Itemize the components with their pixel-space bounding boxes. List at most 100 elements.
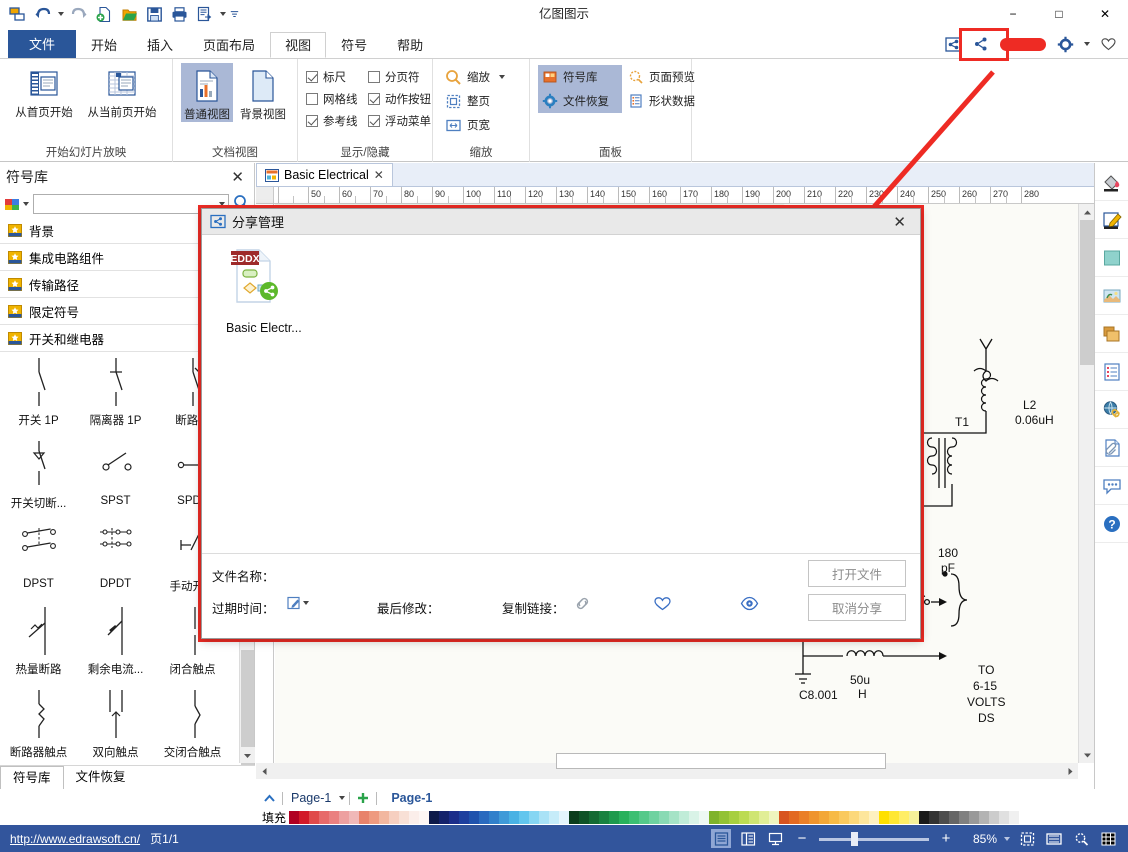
symbol-dpdt[interactable]: DPDT (77, 516, 154, 599)
save-icon[interactable] (143, 3, 165, 25)
fill-swatch[interactable] (649, 810, 660, 824)
slideshow-from-start-button[interactable]: 从首页开始 (8, 63, 80, 120)
fill-swatch[interactable] (819, 810, 830, 824)
zoom-slider-thumb[interactable] (851, 831, 858, 846)
fill-swatch[interactable] (749, 810, 760, 824)
cancel-share-button[interactable]: 取消分享 (808, 594, 906, 621)
tab-page-layout[interactable]: 页面布局 (188, 32, 270, 58)
fill-swatch[interactable] (829, 810, 840, 824)
fit-page-button[interactable]: 整页 (441, 89, 529, 113)
checkbox-guides[interactable]: 参考线 (306, 111, 368, 131)
canvas-vertical-scrollbar[interactable] (1078, 204, 1095, 763)
checkbox-gridlines[interactable]: 网格线 (306, 89, 368, 109)
favorite-heart-icon[interactable] (1096, 33, 1120, 55)
fit-page-icon[interactable] (1017, 829, 1037, 848)
fit-width-button[interactable]: 页宽 (441, 113, 529, 137)
fill-swatch[interactable] (779, 810, 790, 824)
symbol-switch-1p[interactable]: 开关 1P (0, 350, 77, 433)
tab-file[interactable]: 文件 (8, 30, 77, 58)
slideshow-from-current-button[interactable]: 从当前页开始 (86, 63, 158, 120)
fill-swatch[interactable] (869, 810, 880, 824)
fill-swatch[interactable] (769, 810, 780, 824)
canvas-scroll-left-button[interactable] (256, 763, 272, 779)
close-button[interactable]: ✕ (1082, 0, 1128, 28)
fill-swatch[interactable] (859, 810, 870, 824)
page-selector-dropdown-icon[interactable] (339, 796, 346, 800)
heart-icon[interactable] (654, 596, 671, 614)
hyperlink-globe-icon[interactable] (1095, 391, 1128, 429)
fill-swatch[interactable] (739, 810, 750, 824)
fill-swatch[interactable] (399, 810, 410, 824)
page-selector[interactable]: Page-1 (287, 791, 335, 805)
canvas-find-field[interactable] (556, 753, 886, 769)
fill-swatch[interactable] (809, 810, 820, 824)
tab-help[interactable]: 帮助 (382, 32, 438, 58)
canvas-scroll-thumb[interactable] (1080, 220, 1094, 365)
new-file-icon[interactable] (93, 3, 115, 25)
fill-swatch[interactable] (409, 810, 420, 824)
fill-swatch[interactable] (889, 810, 900, 824)
presentation-view-icon[interactable] (765, 829, 785, 848)
dialog-file-list[interactable]: EDDX Basic Electr... (202, 235, 920, 553)
comment-icon[interactable] (1095, 467, 1128, 505)
fill-swatch[interactable] (899, 810, 910, 824)
symbol-residual-current[interactable]: 剩余电流... (77, 599, 154, 682)
expiry-dropdown-icon[interactable] (303, 601, 309, 605)
fill-swatch[interactable] (759, 810, 770, 824)
zoom-in-button[interactable]: + (936, 829, 956, 848)
canvas-horizontal-scrollbar[interactable] (256, 753, 1078, 779)
link-chain-icon[interactable] (574, 596, 591, 614)
pen-edit-icon[interactable] (1095, 201, 1128, 239)
fill-swatch[interactable] (799, 810, 810, 824)
fill-swatch[interactable] (349, 810, 360, 824)
fill-swatch[interactable] (919, 810, 930, 824)
fill-swatch[interactable] (419, 810, 430, 824)
export-dropdown-icon[interactable] (218, 3, 227, 25)
symbol-ac-closed-contact[interactable]: 交闭合触点 (154, 682, 231, 763)
page-tab-page-1[interactable]: Page-1 (381, 791, 442, 805)
fill-swatch[interactable] (459, 810, 470, 824)
fill-swatch[interactable] (569, 810, 580, 824)
normal-view-button[interactable]: 普通视图 (181, 63, 233, 122)
fill-swatch[interactable] (789, 810, 800, 824)
zoom-selection-icon[interactable] (1071, 829, 1091, 848)
layers-icon[interactable] (1095, 315, 1128, 353)
customize-qat-icon[interactable] (230, 3, 239, 25)
fill-swatch[interactable] (969, 810, 980, 824)
fill-swatch[interactable] (509, 810, 520, 824)
fill-swatch[interactable] (879, 810, 890, 824)
fill-swatch[interactable] (949, 810, 960, 824)
fill-swatch[interactable] (439, 810, 450, 824)
fill-swatch[interactable] (1009, 810, 1020, 824)
undo-dropdown-icon[interactable] (56, 3, 65, 25)
fill-swatch[interactable] (729, 810, 740, 824)
tab-symbol[interactable]: 符号 (326, 32, 382, 58)
fill-swatch[interactable] (559, 810, 570, 824)
settings-dropdown-icon[interactable] (1081, 33, 1092, 55)
fill-swatch[interactable] (689, 810, 700, 824)
fill-swatch[interactable] (609, 810, 620, 824)
symbol-isolator-1p[interactable]: 隔离器 1P (77, 350, 154, 433)
fill-swatch[interactable] (359, 810, 370, 824)
fill-swatch[interactable] (999, 810, 1010, 824)
fill-swatch[interactable] (929, 810, 940, 824)
fill-swatch[interactable] (659, 810, 670, 824)
shape-data-button[interactable]: 形状数据 (624, 89, 702, 113)
eye-icon[interactable] (740, 596, 759, 614)
attachment-icon[interactable] (1095, 429, 1128, 467)
tab-insert[interactable]: 插入 (132, 32, 188, 58)
fill-swatch[interactable] (429, 810, 440, 824)
side-by-side-view-icon[interactable] (738, 829, 758, 848)
file-recovery-button[interactable]: 文件恢复 (538, 89, 622, 113)
zoom-level-dropdown-icon[interactable] (1004, 836, 1010, 841)
document-tab-basic-electrical[interactable]: Basic Electrical ✕ (256, 163, 393, 186)
dialog-close-button[interactable]: ✕ (887, 213, 912, 231)
symbol-panel-scroll-down-button[interactable] (240, 747, 255, 763)
fill-swatch[interactable] (479, 810, 490, 824)
fill-swatch[interactable] (839, 810, 850, 824)
image-picture-icon[interactable] (1095, 277, 1128, 315)
print-icon[interactable] (168, 3, 190, 25)
fill-swatch[interactable] (389, 810, 400, 824)
fill-swatch[interactable] (849, 810, 860, 824)
settings-gear-icon[interactable] (1053, 33, 1077, 55)
